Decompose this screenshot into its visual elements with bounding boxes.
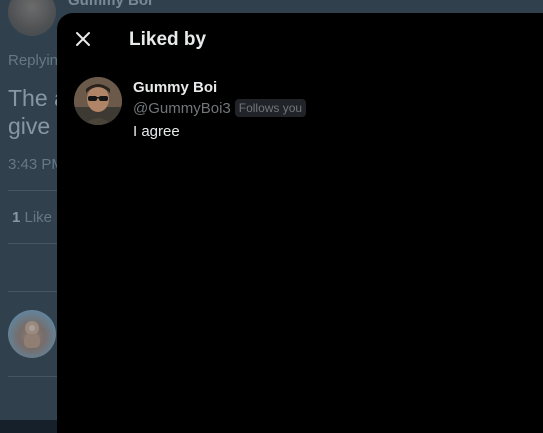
- liked-by-user-row[interactable]: Gummy Boi @GummyBoi3 Follows you I agree: [57, 73, 543, 153]
- close-icon: [76, 32, 90, 46]
- modal-title: Liked by: [129, 29, 207, 50]
- user-display-name[interactable]: Gummy Boi: [133, 79, 217, 96]
- user-bio: I agree: [133, 123, 180, 140]
- close-button[interactable]: [69, 25, 97, 53]
- user-handle-line: @GummyBoi3 Follows you: [133, 99, 307, 117]
- user-handle[interactable]: @GummyBoi3: [133, 100, 231, 117]
- modal-header: Liked by: [57, 13, 543, 66]
- user-avatar[interactable]: [74, 77, 122, 125]
- follows-you-badge: Follows you: [234, 99, 307, 117]
- liked-by-modal: Liked by Gummy Boi @GummyBoi3 Follows yo…: [57, 13, 543, 433]
